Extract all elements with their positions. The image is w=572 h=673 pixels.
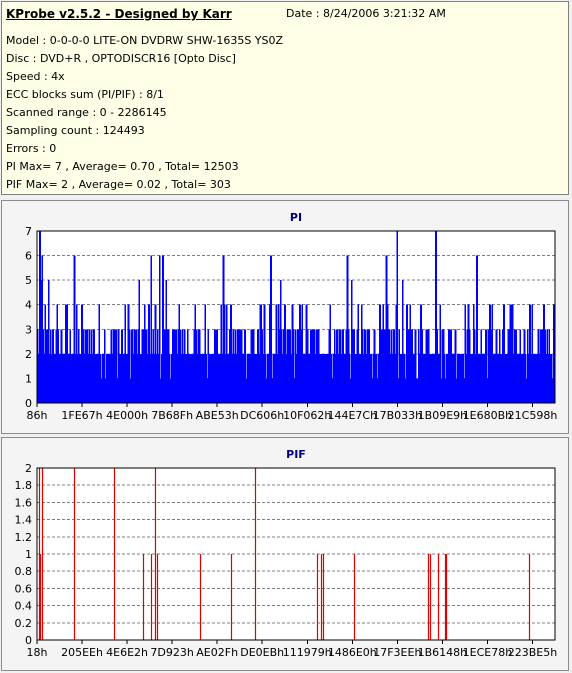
info-disc: Disc : DVD+R , OPTODISCR16 [Opto Disc] [6,52,236,65]
info-panel: KProbe v2.5.2 - Designed by Karr Date : … [1,1,569,195]
pif-chart: PIF00.20.40.60.811.21.41.61.8218h 205EEh 4… [15,448,558,659]
pi-xtick-label: 10F062h [283,409,331,422]
pif-xtick-label: 7D923h [150,646,193,659]
info-scanned-range: Scanned range : 0 - 2286145 [6,106,167,119]
pi-xtick-label: 4E000h [106,409,148,422]
pi-xtick-label: 1FE67h [61,409,102,422]
pif-xtick-label: 111979h [283,646,332,659]
info-errors: Errors : 0 [6,142,57,155]
pi-xtick-label: 1E680Bh [463,409,512,422]
pif-xtick-label: 1ECE78h [463,646,513,659]
pif-xtick-label: 1486E0h [328,646,377,659]
info-speed: Speed : 4x [6,70,65,83]
pif-chart-title: PIF [286,448,306,461]
pif-xtick-label: 1B6148h [418,646,468,659]
pif-ytick-label: 1 [25,548,32,561]
pif-xtick-label: 18h [27,646,48,659]
pif-ytick-label: 0.6 [15,582,33,595]
pi-xtick-label: 7B68Fh [151,409,193,422]
pif-xtick-label: AE02Fh [196,646,238,659]
pif-ytick-label: 1.2 [15,531,33,544]
info-ecc-blocks: ECC blocks sum (PI/PIF) : 8/1 [6,88,164,101]
pif-ytick-label: 1.4 [15,514,33,527]
pi-xtick-label: 1B09E9h [418,409,467,422]
pif-ytick-label: 0.4 [15,600,33,613]
pi-ytick-label: 1 [25,372,32,385]
pi-ytick-label: 3 [25,323,32,336]
pi-xtick-label: ABE53h [196,409,239,422]
app-title: KProbe v2.5.2 - Designed by Karr [6,7,232,21]
pif-xtick-label: 17F3EEh [373,646,421,659]
pif-ytick-label: 0.2 [15,617,33,630]
pi-ytick-label: 2 [25,348,32,361]
pif-ytick-label: 2 [25,462,32,475]
info-sampling-count: Sampling count : 124493 [6,124,145,137]
pif-ytick-label: 0.8 [15,565,33,578]
pi-xtick-label: 17B033h [373,409,423,422]
pi-ytick-label: 4 [25,299,32,312]
info-pif-summary: PIF Max= 2 , Average= 0.02 , Total= 303 [6,178,231,191]
pif-ytick-label: 1.6 [15,496,33,509]
pi-xtick-label: 21C598h [508,409,558,422]
pi-xtick-label: 86h [27,409,48,422]
pi-xtick-label: DC606h [240,409,284,422]
pi-chart-title: PI [290,211,302,224]
pi-ytick-label: 5 [25,274,32,287]
pi-chart: PI0123456786h 1FE67h 4E000h 7B68Fh ABE53h DC6… [25,211,558,422]
info-pi-summary: PI Max= 7 , Average= 0.70 , Total= 12503 [6,160,239,173]
pif-xtick-label: DE0EBh [240,646,284,659]
pi-chart-panel: PI 0 1 2 3 4 5 6 7 86h 1FE67h 4E000h 7B68Fh ABE53h DC6… [1,200,569,434]
pi-xtick-label: 144E7Ch [327,409,377,422]
pif-chart-panel: PIF 0 0.2 0.4 0.6 0.8 1 1.2 1.4 1.6 1.8 2 18h 205EEh 4… [1,437,569,671]
pif-xtick-label: 205EEh [61,646,103,659]
pi-ytick-label: 7 [25,225,32,238]
scan-date: Date : 8/24/2006 3:21:32 AM [286,7,446,20]
pi-bar [396,231,399,403]
pif-xtick-label: 4E6E2h [106,646,148,659]
info-model: Model : 0-0-0-0 LITE-ON DVDRW SHW-1635S … [6,34,284,47]
pi-ytick-label: 6 [25,250,32,263]
pif-ytick-label: 1.8 [15,479,33,492]
pif-xtick-label: 223BE5h [508,646,557,659]
